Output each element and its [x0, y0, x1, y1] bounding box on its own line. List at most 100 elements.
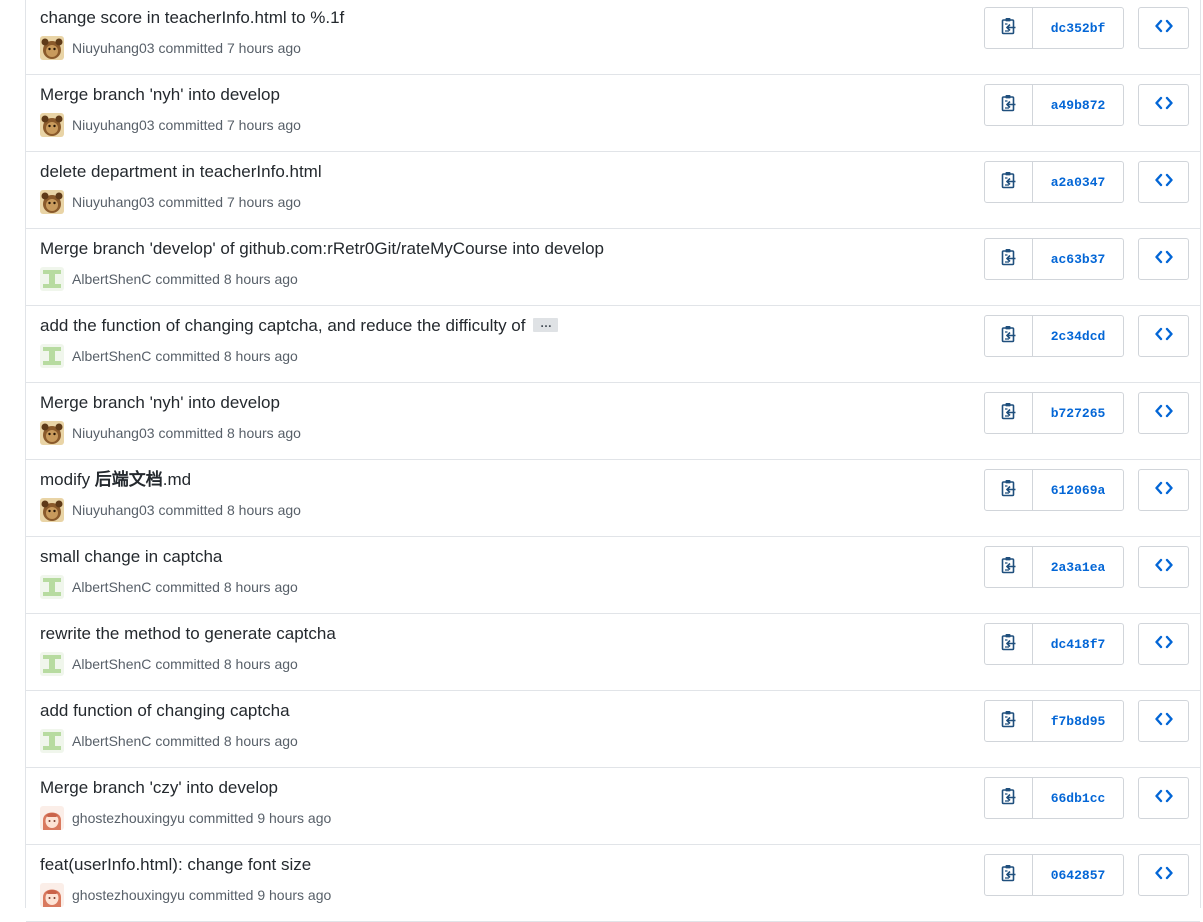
commit-sha-link[interactable]: 2c34dcd	[1033, 316, 1123, 356]
copy-sha-button[interactable]	[985, 239, 1033, 279]
author-name[interactable]: Niuyuhang03	[72, 40, 155, 56]
commit-message[interactable]: modify 后端文档.md	[40, 469, 191, 491]
copy-sha-button[interactable]	[985, 393, 1033, 433]
author-name[interactable]: Niuyuhang03	[72, 117, 155, 133]
commit-message[interactable]: rewrite the method to generate captcha	[40, 623, 336, 645]
commit-sha-link[interactable]: ac63b37	[1033, 239, 1123, 279]
author-name[interactable]: Niuyuhang03	[72, 194, 155, 210]
commit-sha-link[interactable]: a49b872	[1033, 85, 1123, 125]
commit-message[interactable]: change score in teacherInfo.html to %.1f	[40, 7, 344, 29]
commit-message-text[interactable]: Merge branch 'develop' of github.com:rRe…	[40, 239, 604, 258]
browse-repo-button[interactable]	[1138, 238, 1189, 280]
commit-sha-link[interactable]: a2a0347	[1033, 162, 1123, 202]
author-name[interactable]: AlbertShenC	[72, 733, 151, 749]
albertshenc-avatar[interactable]	[40, 652, 64, 676]
author-name[interactable]: AlbertShenC	[72, 579, 151, 595]
commit-message[interactable]: Merge branch 'czy' into develop	[40, 777, 278, 799]
copy-sha-button[interactable]	[985, 624, 1033, 664]
copy-sha-button[interactable]	[985, 8, 1033, 48]
copy-sha-button[interactable]	[985, 85, 1033, 125]
browse-repo-button[interactable]	[1138, 546, 1189, 588]
author-name[interactable]: ghostezhouxingyu	[72, 810, 185, 826]
commit-sha-group: 2a3a1ea	[984, 546, 1124, 588]
author-name[interactable]: Niuyuhang03	[72, 425, 155, 441]
copy-sha-button[interactable]	[985, 316, 1033, 356]
commit-sha-link[interactable]: b727265	[1033, 393, 1123, 433]
niuyuhang-avatar[interactable]	[40, 113, 64, 137]
commit-message-text[interactable]: delete department in teacherInfo.html	[40, 162, 322, 181]
commit-time: committed 8 hours ago	[155, 656, 298, 672]
commit-row-b727265: Merge branch 'nyh' into develop Niuyuhan…	[26, 383, 1200, 460]
browse-repo-button[interactable]	[1138, 700, 1189, 742]
browse-repo-button[interactable]	[1138, 315, 1189, 357]
niuyuhang-avatar[interactable]	[40, 190, 64, 214]
commit-message-text[interactable]: small change in captcha	[40, 547, 222, 566]
commit-message-text[interactable]: Merge branch 'czy' into develop	[40, 778, 278, 797]
commit-message-text[interactable]: change score in teacherInfo.html to %.1f	[40, 8, 344, 27]
browse-repo-button[interactable]	[1138, 84, 1189, 126]
commit-sha-link[interactable]: dc418f7	[1033, 624, 1123, 664]
commit-sha-group: 66db1cc	[984, 777, 1124, 819]
commit-message-suffix[interactable]: .md	[163, 470, 191, 489]
commit-row-2a3a1ea: small change in captcha AlbertShenC comm…	[26, 537, 1200, 614]
commit-time: committed 7 hours ago	[158, 40, 301, 56]
commit-message[interactable]: Merge branch 'nyh' into develop	[40, 84, 280, 106]
commit-message[interactable]: add function of changing captcha	[40, 700, 290, 722]
commit-row-66db1cc: Merge branch 'czy' into develop ghostezh…	[26, 768, 1200, 845]
commit-message-text[interactable]: Merge branch 'nyh' into develop	[40, 393, 280, 412]
copy-sha-button[interactable]	[985, 701, 1033, 741]
author-name[interactable]: AlbertShenC	[72, 656, 151, 672]
albertshenc-avatar[interactable]	[40, 729, 64, 753]
commit-message[interactable]: Merge branch 'nyh' into develop	[40, 392, 280, 414]
commit-sha-link[interactable]: 612069a	[1033, 470, 1123, 510]
commit-message-text[interactable]: rewrite the method to generate captcha	[40, 624, 336, 643]
browse-repo-button[interactable]	[1138, 392, 1189, 434]
copy-sha-button[interactable]	[985, 162, 1033, 202]
commit-meta: AlbertShenC committed 8 hours ago	[40, 729, 298, 753]
commit-message-text[interactable]: feat(userInfo.html): change font size	[40, 855, 311, 874]
albertshenc-avatar[interactable]	[40, 344, 64, 368]
commit-message[interactable]: feat(userInfo.html): change font size	[40, 854, 311, 876]
niuyuhang-avatar[interactable]	[40, 421, 64, 445]
niuyuhang-avatar[interactable]	[40, 36, 64, 60]
niuyuhang-avatar[interactable]	[40, 498, 64, 522]
browse-repo-button[interactable]	[1138, 777, 1189, 819]
commit-sha-link[interactable]: f7b8d95	[1033, 701, 1123, 741]
commit-message-text[interactable]: add the function of changing captcha, an…	[40, 316, 525, 335]
copy-sha-button[interactable]	[985, 547, 1033, 587]
albertshenc-avatar[interactable]	[40, 575, 64, 599]
commit-sha-group: dc418f7	[984, 623, 1124, 665]
commit-sha-link[interactable]: 66db1cc	[1033, 778, 1123, 818]
ghostezhouxingyu-avatar[interactable]	[40, 883, 64, 907]
commit-message-bold[interactable]: 后端文档	[95, 470, 163, 489]
commit-message-text[interactable]: Merge branch 'nyh' into develop	[40, 85, 280, 104]
expand-message-button[interactable]: …	[533, 317, 559, 332]
browse-repo-button[interactable]	[1138, 854, 1189, 896]
commit-message[interactable]: add the function of changing captcha, an…	[40, 315, 559, 337]
copy-sha-button[interactable]	[985, 470, 1033, 510]
commit-row-2c34dcd: add the function of changing captcha, an…	[26, 306, 1200, 383]
commit-message[interactable]: Merge branch 'develop' of github.com:rRe…	[40, 238, 604, 260]
browse-repo-button[interactable]	[1138, 7, 1189, 49]
copy-sha-button[interactable]	[985, 855, 1033, 895]
clipboard-icon	[1001, 479, 1017, 502]
commit-message-text[interactable]: add function of changing captcha	[40, 701, 290, 720]
commit-row-612069a: modify 后端文档.md Niuyuhang03 committed 8 h…	[26, 460, 1200, 537]
browse-repo-button[interactable]	[1138, 161, 1189, 203]
commit-sha-link[interactable]: dc352bf	[1033, 8, 1123, 48]
commit-sha-link[interactable]: 2a3a1ea	[1033, 547, 1123, 587]
commit-sha-link[interactable]: 0642857	[1033, 855, 1123, 895]
browse-repo-button[interactable]	[1138, 623, 1189, 665]
commit-message[interactable]: delete department in teacherInfo.html	[40, 161, 322, 183]
commit-message[interactable]: small change in captcha	[40, 546, 222, 568]
commit-message-prefix[interactable]: modify	[40, 470, 95, 489]
copy-sha-button[interactable]	[985, 778, 1033, 818]
author-name[interactable]: AlbertShenC	[72, 271, 151, 287]
author-name[interactable]: ghostezhouxingyu	[72, 887, 185, 903]
browse-repo-button[interactable]	[1138, 469, 1189, 511]
author-name[interactable]: AlbertShenC	[72, 348, 151, 364]
commit-sha-group: 2c34dcd	[984, 315, 1124, 357]
albertshenc-avatar[interactable]	[40, 267, 64, 291]
ghostezhouxingyu-avatar[interactable]	[40, 806, 64, 830]
author-name[interactable]: Niuyuhang03	[72, 502, 155, 518]
